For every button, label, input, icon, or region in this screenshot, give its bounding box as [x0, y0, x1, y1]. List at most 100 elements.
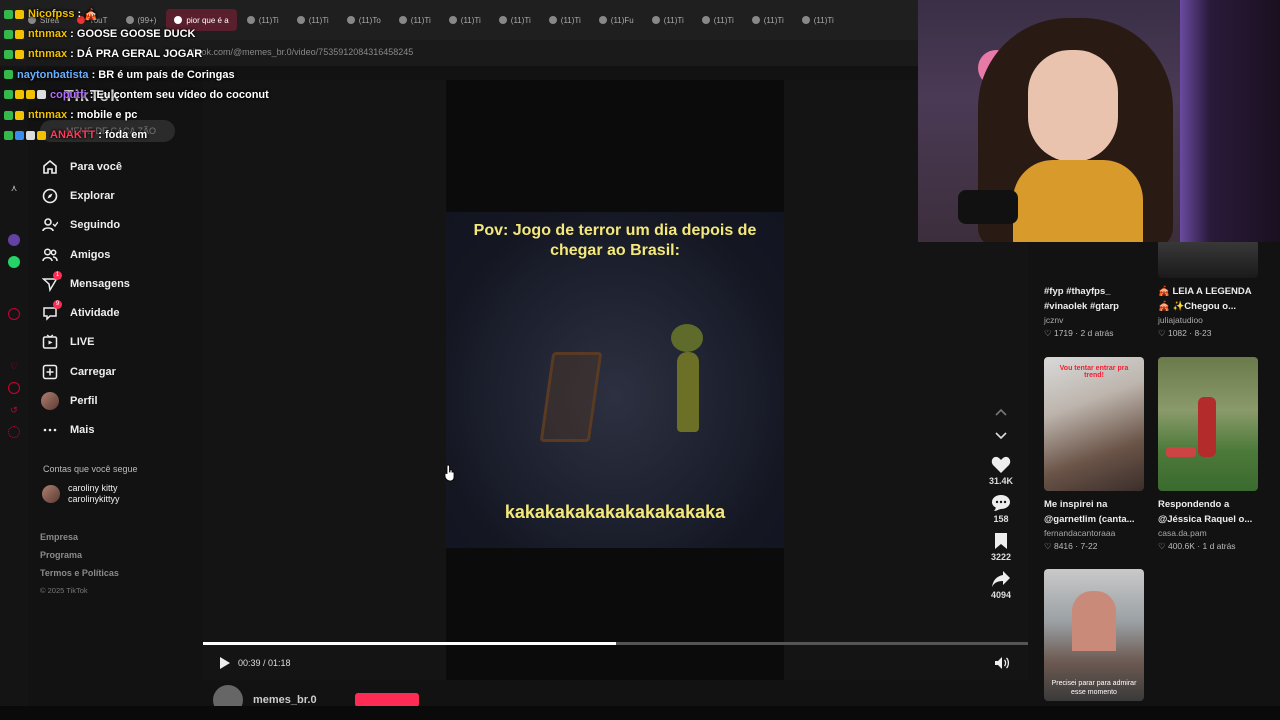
video-thumbnail[interactable]: Precisei parar para admirar esse momento — [1044, 569, 1144, 701]
video-frame[interactable]: Pov: Jogo de terror um dia depois de che… — [446, 212, 784, 548]
chat-message: ANAKTT : foda em — [4, 125, 304, 145]
video-caption-bottom: kakakakakakakakakakaka — [504, 502, 726, 522]
sidebar-item-mensagens[interactable]: 1 Mensagens — [40, 269, 200, 298]
chat-message: ntnmax : GOOSE GOOSE DUCK — [4, 24, 304, 44]
video-caption-top: Pov: Jogo de terror um dia depois de che… — [473, 222, 757, 259]
sidebar-item-live[interactable]: LIVE — [40, 328, 200, 357]
card-meta: ♡ 8416 · 7-22 — [1044, 541, 1098, 551]
following-section-title: Contas que você segue — [43, 464, 138, 474]
share-icon — [992, 571, 1010, 587]
video-thumbnail[interactable] — [1158, 357, 1258, 491]
browser-tab[interactable]: (11)Ti — [644, 9, 692, 31]
related-video-card[interactable]: 🎪 LEIA A LEGENDA 🎪 ✨Chegou o... juliajatu… — [1158, 278, 1262, 339]
badge-icon — [15, 90, 24, 100]
video-player[interactable]: Pov: Jogo de terror um dia depois de che… — [446, 80, 784, 680]
comment-count: 158 — [993, 514, 1009, 524]
share-count: 4094 — [990, 590, 1012, 600]
sidebar-item-para-voce[interactable]: Para você — [40, 152, 200, 181]
profile-avatar — [40, 391, 60, 411]
sidebar-item-label: Amigos — [70, 248, 111, 261]
next-video-button[interactable] — [975, 424, 1027, 448]
twitch-icon[interactable] — [8, 234, 20, 246]
sidebar-item-amigos[interactable]: Amigos — [40, 240, 200, 269]
browser-tab[interactable]: (11)Ti — [441, 9, 489, 31]
sidebar-item-perfil[interactable]: Perfil — [40, 386, 200, 415]
browser-tab[interactable]: (11)Ti — [744, 9, 792, 31]
sidebar-item-mais[interactable]: Mais — [40, 416, 200, 445]
screen: Strea YouT (99+) pior que é a (11)Ti (11… — [0, 0, 1280, 720]
previous-video-button[interactable] — [975, 400, 1027, 424]
save-button[interactable]: 3222 — [975, 532, 1027, 562]
home-icon — [40, 157, 60, 177]
clock-icon[interactable] — [8, 382, 20, 394]
sidebar-item-seguindo[interactable]: Seguindo — [40, 211, 200, 240]
video-chair — [539, 352, 603, 442]
tiktok-icon — [398, 16, 407, 24]
chat-separator: : — [74, 8, 85, 21]
chat-text: Eu contem seu vídeo do coconut — [96, 88, 269, 101]
followed-account[interactable]: caroliny kitty carolinykittyy — [42, 483, 120, 505]
tiktok-icon — [751, 16, 760, 24]
sidebar-nav: Para você Explorar Seguindo Amigos 1 Men… — [40, 152, 200, 445]
chat-username: ANAKTT — [50, 129, 96, 142]
chevron-up-icon — [995, 408, 1007, 416]
share-button[interactable]: 4094 — [975, 570, 1027, 600]
volume-icon[interactable] — [994, 656, 1010, 670]
chat-separator: : — [95, 129, 105, 142]
settings-icon[interactable] — [8, 426, 20, 438]
sidebar-item-label: Carregar — [70, 365, 116, 378]
sidebar-item-label: Mensagens — [70, 277, 130, 290]
badge-icon — [4, 90, 13, 100]
related-video-card[interactable]: Vou tentar entrar pra trend! Me inspirei… — [1044, 357, 1148, 552]
whatsapp-icon[interactable] — [8, 256, 20, 268]
footer-link-programa[interactable]: Programa — [40, 550, 190, 568]
hand-cursor-icon — [444, 464, 455, 482]
chevron-down-icon — [995, 432, 1007, 440]
related-video-card[interactable]: #fyp #thayfps_ #vinaolek #gtarp jcznv ♡ 1… — [1044, 278, 1148, 339]
history-icon[interactable]: ↺ — [8, 404, 20, 416]
video-thumbnail[interactable] — [1158, 240, 1258, 278]
card-meta: ♡ 1082 · 8-23 — [1158, 328, 1212, 338]
card-user[interactable]: juliajatudioo — [1158, 315, 1262, 325]
browser-tab[interactable]: (11)Ti — [794, 9, 842, 31]
card-user[interactable]: jcznv — [1044, 315, 1148, 325]
browser-tab[interactable]: (11)Ti — [694, 9, 742, 31]
browser-tab[interactable]: (11)Ti — [491, 9, 539, 31]
card-user[interactable]: fernandacantoraaa — [1044, 528, 1148, 538]
follow-button[interactable] — [354, 693, 419, 707]
footer-link-empresa[interactable]: Empresa — [40, 532, 190, 550]
browser-tab[interactable]: (11)To — [339, 9, 389, 31]
video-thumbnail[interactable]: Vou tentar entrar pra trend! — [1044, 357, 1144, 491]
video-progress-bar[interactable] — [203, 642, 1028, 645]
like-button[interactable]: 31.4K — [975, 456, 1027, 486]
related-video-card[interactable]: Respondendo a @Jéssica Raquel o... casa.d… — [1158, 357, 1262, 552]
browser-tab[interactable]: (11)Fu — [591, 9, 642, 31]
record-icon[interactable] — [8, 308, 20, 320]
webcam-person-shirt — [1013, 160, 1143, 242]
comment-icon — [992, 495, 1010, 511]
card-user[interactable]: casa.da.pam — [1158, 528, 1262, 538]
chat-message: coputti : Eu contem seu vídeo do coconut — [4, 85, 304, 105]
copyright: © 2025 TikTok — [40, 586, 88, 595]
play-icon[interactable] — [219, 656, 231, 670]
related-video-card[interactable] — [1158, 240, 1262, 278]
badge-icon — [37, 130, 46, 140]
sidebar-item-carregar[interactable]: Carregar — [40, 357, 200, 386]
video-character — [671, 324, 705, 434]
tiktok-app-icon[interactable]: ⋏ — [8, 182, 20, 194]
friends-icon — [40, 245, 60, 265]
comment-button[interactable]: 158 — [975, 494, 1027, 524]
related-video-card[interactable]: Precisei parar para admirar esse momento — [1044, 569, 1148, 701]
badge-icon — [4, 29, 13, 39]
card-meta: ♡ 1719 · 2 d atrás — [1044, 328, 1114, 338]
badge-icon — [26, 90, 35, 100]
heart-icon[interactable]: ♡ — [8, 360, 20, 372]
author-name[interactable]: memes_br.0 — [253, 694, 317, 706]
badge-icon — [15, 110, 24, 120]
compass-icon — [40, 186, 60, 206]
sidebar-item-atividade[interactable]: 9 Atividade — [40, 298, 200, 327]
sidebar-item-explorar[interactable]: Explorar — [40, 181, 200, 210]
browser-tab[interactable]: (11)Ti — [391, 9, 439, 31]
browser-tab[interactable]: (11)Ti — [541, 9, 589, 31]
footer-link-termos[interactable]: Termos e Políticas — [40, 568, 190, 586]
